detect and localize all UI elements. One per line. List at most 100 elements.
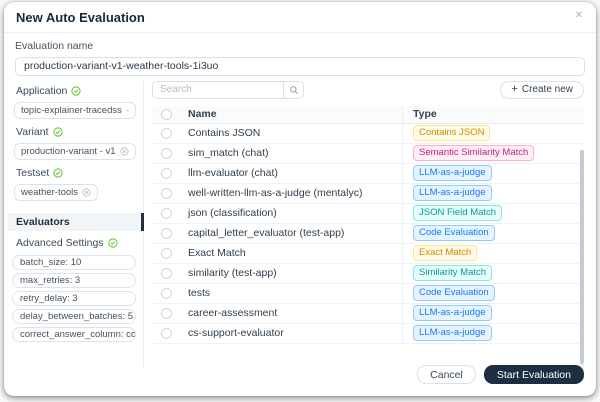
evaluator-table-body: Contains JSONContains JSONsim_match (cha…: [152, 124, 584, 344]
evaluator-type-badge: Code Evaluation: [413, 285, 495, 301]
check-circle-icon: [53, 168, 63, 178]
evaluator-type-badge: LLM-as-a-judge: [413, 165, 492, 181]
row-checkbox[interactable]: [161, 288, 172, 299]
table-row[interactable]: career-assessment LLM-as-a-judge: [152, 304, 584, 324]
testset-tag: weather-tools: [14, 184, 98, 201]
sidebar-section-application: Application topic-explainer-tracedss: [4, 86, 143, 119]
table-row[interactable]: tests Code Evaluation: [152, 284, 584, 304]
column-header-type: Type: [403, 106, 584, 123]
evaluation-name-label: Evaluation name: [15, 40, 585, 52]
evaluator-name: tests: [180, 284, 403, 303]
row-checkbox[interactable]: [161, 328, 172, 339]
advanced-setting-pill: batch_size: 10: [12, 255, 136, 270]
evaluator-type-badge: Code Evaluation: [413, 225, 495, 241]
advanced-settings-header: Advanced Settings: [16, 238, 143, 249]
modal-header: New Auto Evaluation ✕: [4, 2, 596, 33]
application-label: Application: [16, 85, 67, 97]
remove-tag-icon[interactable]: [82, 188, 91, 197]
evaluator-type-badge: LLM-as-a-judge: [413, 305, 492, 321]
config-sidebar: Application topic-explainer-tracedss Var…: [4, 81, 144, 367]
evaluation-name-block: Evaluation name: [4, 33, 596, 76]
search-box: [152, 81, 304, 99]
advanced-settings-label: Advanced Settings: [16, 237, 104, 249]
select-all-checkbox[interactable]: [161, 109, 172, 120]
table-row[interactable]: Contains JSON Contains JSON: [152, 124, 584, 144]
advanced-settings-list: batch_size: 10 max_retries: 3 retry_delay:…: [4, 255, 143, 342]
row-checkbox[interactable]: [161, 128, 172, 139]
new-auto-evaluation-modal: New Auto Evaluation ✕ Evaluation name Ap…: [4, 2, 596, 396]
table-scrollbar: [580, 149, 584, 371]
testset-label: Testset: [16, 167, 49, 179]
table-header: Name Type: [152, 106, 584, 124]
search-icon: [289, 85, 299, 95]
evaluator-name: cs-support-evaluator: [180, 324, 403, 343]
create-new-button[interactable]: + Create new: [500, 81, 584, 99]
variant-label: Variant: [16, 126, 49, 138]
evaluator-type-badge: LLM-as-a-judge: [413, 325, 492, 341]
evaluator-type-badge: Exact Match: [413, 245, 477, 261]
evaluator-type-badge: Similarity Match: [413, 265, 492, 281]
check-circle-icon: [71, 86, 81, 96]
advanced-setting-pill: max_retries: 3: [12, 273, 136, 288]
remove-tag-icon[interactable]: [126, 106, 129, 115]
evaluator-name: json (classification): [180, 204, 403, 223]
evaluator-name: career-assessment: [180, 304, 403, 323]
table-row[interactable]: capital_letter_evaluator (test-app) Code …: [152, 224, 584, 244]
evaluator-name: Contains JSON: [180, 124, 403, 143]
modal-title: New Auto Evaluation: [16, 10, 145, 25]
search-input[interactable]: [153, 82, 283, 98]
column-header-name: Name: [180, 106, 403, 123]
row-checkbox[interactable]: [161, 248, 172, 259]
evaluation-name-input[interactable]: [15, 57, 585, 76]
table-row[interactable]: well-written-llm-as-a-judge (mentalyc) LL…: [152, 184, 584, 204]
search-button[interactable]: [283, 82, 303, 98]
evaluator-name: capital_letter_evaluator (test-app): [180, 224, 403, 243]
evaluator-type-badge: Contains JSON: [413, 125, 490, 141]
evaluator-name: sim_match (chat): [180, 144, 403, 163]
advanced-setting-pill: retry_delay: 3: [12, 291, 136, 306]
evaluator-type-badge: JSON Field Match: [413, 205, 502, 221]
evaluator-name: Exact Match: [180, 244, 403, 263]
evaluator-toolbar: + Create new: [152, 81, 584, 99]
table-row[interactable]: sim_match (chat) Semantic Similarity Matc…: [152, 144, 584, 164]
evaluator-name: similarity (test-app): [180, 264, 403, 283]
evaluator-type-badge: LLM-as-a-judge: [413, 185, 492, 201]
row-checkbox[interactable]: [161, 168, 172, 179]
sidebar-section-evaluators[interactable]: Evaluators: [8, 213, 143, 231]
plus-icon: +: [511, 84, 517, 95]
table-row[interactable]: Exact Match Exact Match: [152, 244, 584, 264]
row-checkbox[interactable]: [161, 308, 172, 319]
start-evaluation-button[interactable]: Start Evaluation: [484, 365, 584, 384]
advanced-setting-pill: delay_between_batches: 5: [12, 309, 136, 324]
table-row[interactable]: cs-support-evaluator LLM-as-a-judge: [152, 324, 584, 344]
evaluators-header-label: Evaluators: [16, 216, 70, 228]
testset-tag-label: weather-tools: [21, 187, 78, 198]
application-tag: topic-explainer-tracedss: [14, 102, 136, 119]
row-checkbox[interactable]: [161, 208, 172, 219]
evaluator-name: well-written-llm-as-a-judge (mentalyc): [180, 184, 403, 203]
cancel-button[interactable]: Cancel: [417, 365, 476, 384]
create-new-label: Create new: [522, 84, 573, 95]
remove-tag-icon[interactable]: [120, 147, 129, 156]
variant-tag: production-variant - v1: [14, 143, 136, 160]
advanced-setting-pill: correct_answer_column: corre...: [12, 327, 136, 342]
modal-footer: Cancel Start Evaluation: [417, 365, 584, 384]
row-checkbox[interactable]: [161, 268, 172, 279]
table-row[interactable]: llm-evaluator (chat) LLM-as-a-judge: [152, 164, 584, 184]
evaluator-name: llm-evaluator (chat): [180, 164, 403, 183]
row-checkbox[interactable]: [161, 188, 172, 199]
close-icon[interactable]: ✕: [575, 11, 583, 21]
evaluator-type-badge: Semantic Similarity Match: [413, 145, 534, 161]
table-row[interactable]: json (classification) JSON Field Match: [152, 204, 584, 224]
evaluator-table: Name Type Contains JSONContains JSONsim_…: [152, 106, 584, 344]
check-circle-icon: [108, 238, 118, 248]
row-checkbox[interactable]: [161, 228, 172, 239]
evaluator-panel: + Create new Name Type Contains JSONCont…: [144, 81, 596, 367]
application-tag-label: topic-explainer-tracedss: [21, 105, 122, 116]
sidebar-section-variant: Variant production-variant - v1: [4, 127, 143, 160]
row-checkbox[interactable]: [161, 148, 172, 159]
scrollbar-thumb[interactable]: [580, 150, 584, 364]
variant-tag-label: production-variant - v1: [21, 146, 116, 157]
table-row[interactable]: similarity (test-app) Similarity Match: [152, 264, 584, 284]
check-circle-icon: [53, 127, 63, 137]
